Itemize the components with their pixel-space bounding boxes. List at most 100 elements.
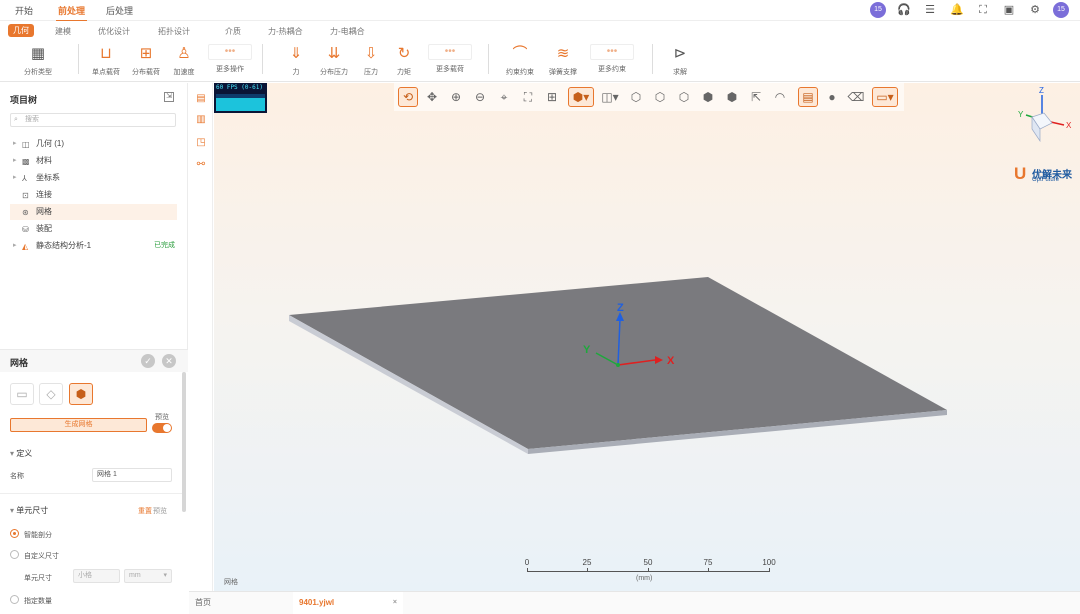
point-load-button[interactable]: ⊔ 单点载荷 (85, 42, 127, 80)
scale-tick (769, 568, 770, 572)
section-element-size[interactable]: 单元尺寸 (10, 505, 48, 516)
tree-search-input[interactable]: ⌕ 搜索 (10, 113, 176, 127)
mesh-type-2d-button[interactable]: ◇ (39, 383, 63, 405)
axis-z-label: Z (617, 302, 624, 314)
user-badge[interactable]: 15 (870, 2, 886, 18)
fixed-constraint-button[interactable]: ⌒ 约束约束 (499, 42, 541, 80)
mesh-type-3d-button[interactable]: ⬢ (69, 383, 93, 405)
separator (488, 44, 489, 74)
confirm-icon[interactable]: ✓ (141, 354, 155, 368)
analysis-type-button[interactable]: ▦ 分析类型 (17, 42, 59, 80)
screenshot-icon[interactable]: ▣ (1002, 3, 1016, 17)
analysis-icon: ▦ (30, 45, 46, 62)
panel-title: 网格 (10, 358, 29, 368)
subtab-thermal[interactable]: 力-热耦合 (268, 26, 303, 37)
subtab-topology[interactable]: 拓扑设计 (158, 26, 190, 37)
tab-postprocess[interactable]: 后处理 (106, 4, 133, 17)
list-icon[interactable]: ▥ (194, 113, 208, 127)
custom-size-radio[interactable] (10, 550, 19, 559)
count-radio[interactable] (10, 595, 19, 604)
fullscreen-icon[interactable]: ⛶ (976, 3, 990, 17)
point-load-icon: ⊔ (100, 45, 112, 62)
report-icon[interactable]: ◳ (194, 136, 208, 150)
gear-icon[interactable]: ⚙ (1028, 3, 1042, 17)
tree-item-material[interactable]: ▸ ▩ 材料 (10, 153, 177, 169)
element-size-input[interactable]: 小格 (73, 569, 120, 583)
mesh-icon: ⊛ (22, 208, 29, 217)
toggle-label: 预览 (155, 414, 169, 421)
more-constraint-dropdown[interactable]: ••• (590, 44, 634, 60)
collapse-panel-icon[interactable]: ⇲ (164, 92, 174, 102)
headset-icon[interactable]: 🎧 (897, 3, 911, 17)
status-badge: 已完成 (154, 242, 175, 249)
cube-icon: ◫ (22, 140, 30, 149)
list-icon[interactable]: ☰ (923, 3, 937, 17)
chevron-right-icon[interactable]: ▸ (13, 153, 17, 169)
subtab-modeling[interactable]: 建模 (55, 26, 71, 37)
section-define[interactable]: 定义 (10, 448, 32, 459)
acceleration-button[interactable]: ♙ 加速度 (163, 42, 205, 80)
tab-home[interactable]: 首页 (189, 592, 289, 614)
scale-tick-label: 50 (643, 558, 653, 567)
generate-mesh-button[interactable]: 生成网格 (10, 418, 147, 432)
preview-toggle[interactable] (152, 423, 172, 433)
tree-item-geometry[interactable]: ▸ ◫ 几何 (1) (10, 136, 177, 152)
connection-icon: ⊡ (22, 191, 29, 200)
scale-tick (708, 568, 709, 572)
subtab-geometry[interactable]: 几何 (8, 24, 34, 37)
scale-tick-label: 25 (582, 558, 592, 567)
unit-select[interactable]: mm ▾ (124, 569, 172, 583)
separator (652, 44, 653, 74)
smart-radio[interactable] (10, 529, 19, 538)
close-icon[interactable]: ✕ (162, 354, 176, 368)
grid-load-icon: ⊞ (139, 45, 153, 62)
moment-button[interactable]: ↻ 力矩 (383, 42, 425, 80)
tree-item-mesh[interactable]: ⊛ 网格 (10, 204, 177, 220)
dist-force-button[interactable]: ⇊ 分布压力 (313, 42, 355, 80)
more-constraint-label: 更多约束 (598, 66, 626, 73)
chevron-right-icon[interactable]: ▸ (13, 238, 17, 254)
document-icon[interactable]: ▤ (194, 92, 208, 106)
scale-bar: 0 25 50 75 100 (mm) (524, 558, 776, 588)
tab-start[interactable]: 开始 (15, 4, 33, 17)
ribbon-toolbar: ▦ 分析类型 ⊔ 单点载荷 ⊞ 分布载荷 ♙ 加速度 ••• 更多操作 ⇓ 力 … (0, 40, 1080, 82)
spring-icon: ≋ (556, 45, 570, 62)
subtab-electric[interactable]: 力-电耦合 (330, 26, 365, 37)
chevron-right-icon[interactable]: ▸ (13, 170, 17, 186)
scrollbar[interactable] (182, 372, 186, 512)
share-icon[interactable]: ⚯ (194, 158, 208, 172)
tree-item-connection[interactable]: ⊡ 连接 (10, 187, 177, 203)
constraint-icon: ⌒ (512, 45, 528, 62)
more-load-dropdown[interactable]: ••• (428, 44, 472, 60)
reset-link[interactable]: 重置 (138, 506, 152, 516)
pressure-icon: ⇩ (364, 45, 378, 62)
smart-radio-label: 智能剖分 (24, 532, 52, 539)
dist-load-button[interactable]: ⊞ 分布载荷 (125, 42, 167, 80)
tree-item-analysis[interactable]: ▸ ◭ 静态结构分析-1 已完成 (10, 238, 177, 254)
force-button[interactable]: ⇓ 力 (275, 42, 317, 80)
model-canvas[interactable]: X Z Y (214, 83, 1080, 591)
separator (78, 44, 79, 74)
close-icon[interactable]: × (393, 592, 397, 614)
separator (262, 44, 263, 74)
tree-item-assembly[interactable]: ⛁ 装配 (10, 221, 177, 237)
acceleration-icon: ♙ (177, 45, 191, 62)
tab-preprocess[interactable]: 前处理 (55, 4, 88, 22)
tab-file[interactable]: 9401.yjwl × (293, 592, 403, 614)
chevron-right-icon[interactable]: ▸ (13, 136, 17, 152)
name-field[interactable]: 网格 1 (92, 468, 172, 482)
avatar[interactable]: 15 (1053, 2, 1069, 18)
subtab-medium[interactable]: 介质 (225, 26, 241, 37)
material-icon: ▩ (22, 157, 30, 166)
more-ops-dropdown[interactable]: ••• (208, 44, 252, 60)
3d-viewport[interactable]: 60 FPS (0-61) ⟲ ✥ ⊕ ⊖ ⌖ ⛶ ⊞ ⬢▾ ◫▾ ⬡ ⬡ ⬡ … (214, 83, 1080, 591)
bell-icon[interactable]: 🔔 (950, 3, 964, 17)
spring-support-button[interactable]: ≋ 弹簧支撑 (542, 42, 584, 80)
tree-item-coordinates[interactable]: ▸ ⅄ 坐标系 (10, 170, 177, 186)
force-arrow-icon: ⇓ (289, 45, 303, 62)
preview-link[interactable]: 预览 (153, 506, 167, 516)
count-radio-label: 指定数量 (24, 598, 52, 605)
solve-button[interactable]: ⊳ 求解 (659, 42, 701, 80)
subtab-optimize[interactable]: 优化设计 (98, 26, 130, 37)
mesh-type-1d-button[interactable]: ▭ (10, 383, 34, 405)
